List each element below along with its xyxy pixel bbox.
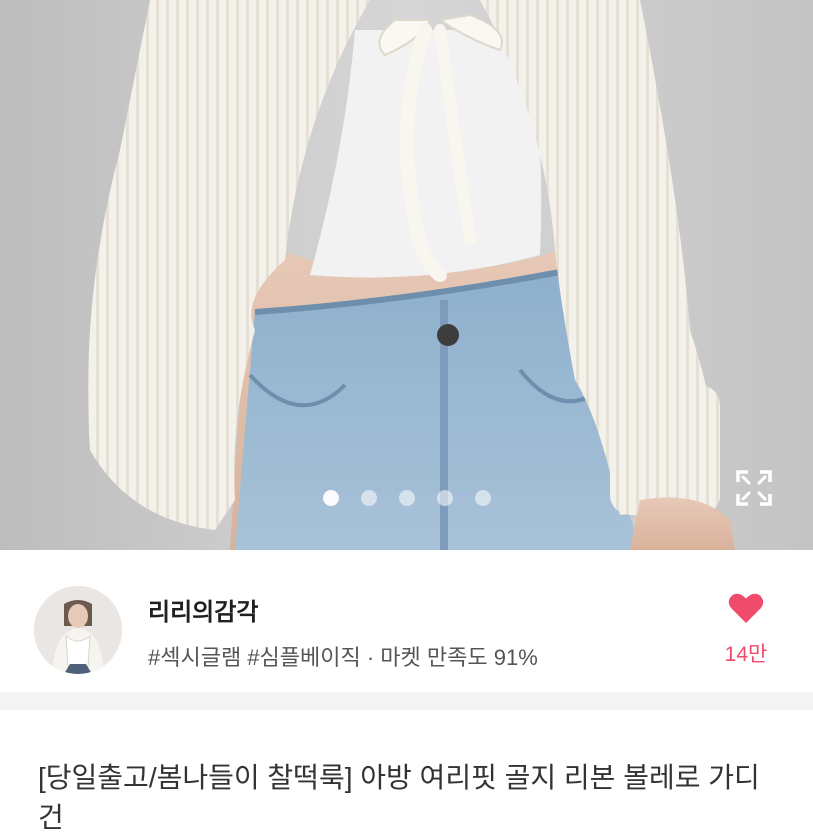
section-divider	[0, 692, 813, 710]
expand-icon[interactable]	[734, 468, 774, 508]
carousel-dot-2[interactable]	[360, 490, 377, 506]
carousel-dot-1[interactable]	[322, 490, 339, 506]
seller-tags: #섹시글램 #심플베이직 · 마켓 만족도 91%	[148, 645, 538, 670]
product-title: [당일출고/봄나들이 찰떡룩] 아방 여리핏 골지 리본 볼레로 가디건	[38, 762, 760, 833]
like-button[interactable]: 14만	[712, 592, 780, 668]
product-image[interactable]	[0, 0, 813, 550]
product-photo	[0, 0, 813, 550]
heart-icon	[728, 593, 764, 623]
carousel-dot-5[interactable]	[474, 490, 491, 506]
like-count: 14만	[724, 643, 768, 666]
seller-name[interactable]: 리리의감각	[148, 592, 258, 627]
carousel-dots	[0, 490, 813, 510]
seller-info[interactable]: 리리의감각 #섹시글램 #심플베이직 · 마켓 만족도 91% 14만	[0, 550, 813, 690]
carousel-dot-4[interactable]	[436, 490, 453, 506]
seller-avatar[interactable]	[34, 586, 122, 674]
carousel-dot-3[interactable]	[398, 490, 415, 506]
